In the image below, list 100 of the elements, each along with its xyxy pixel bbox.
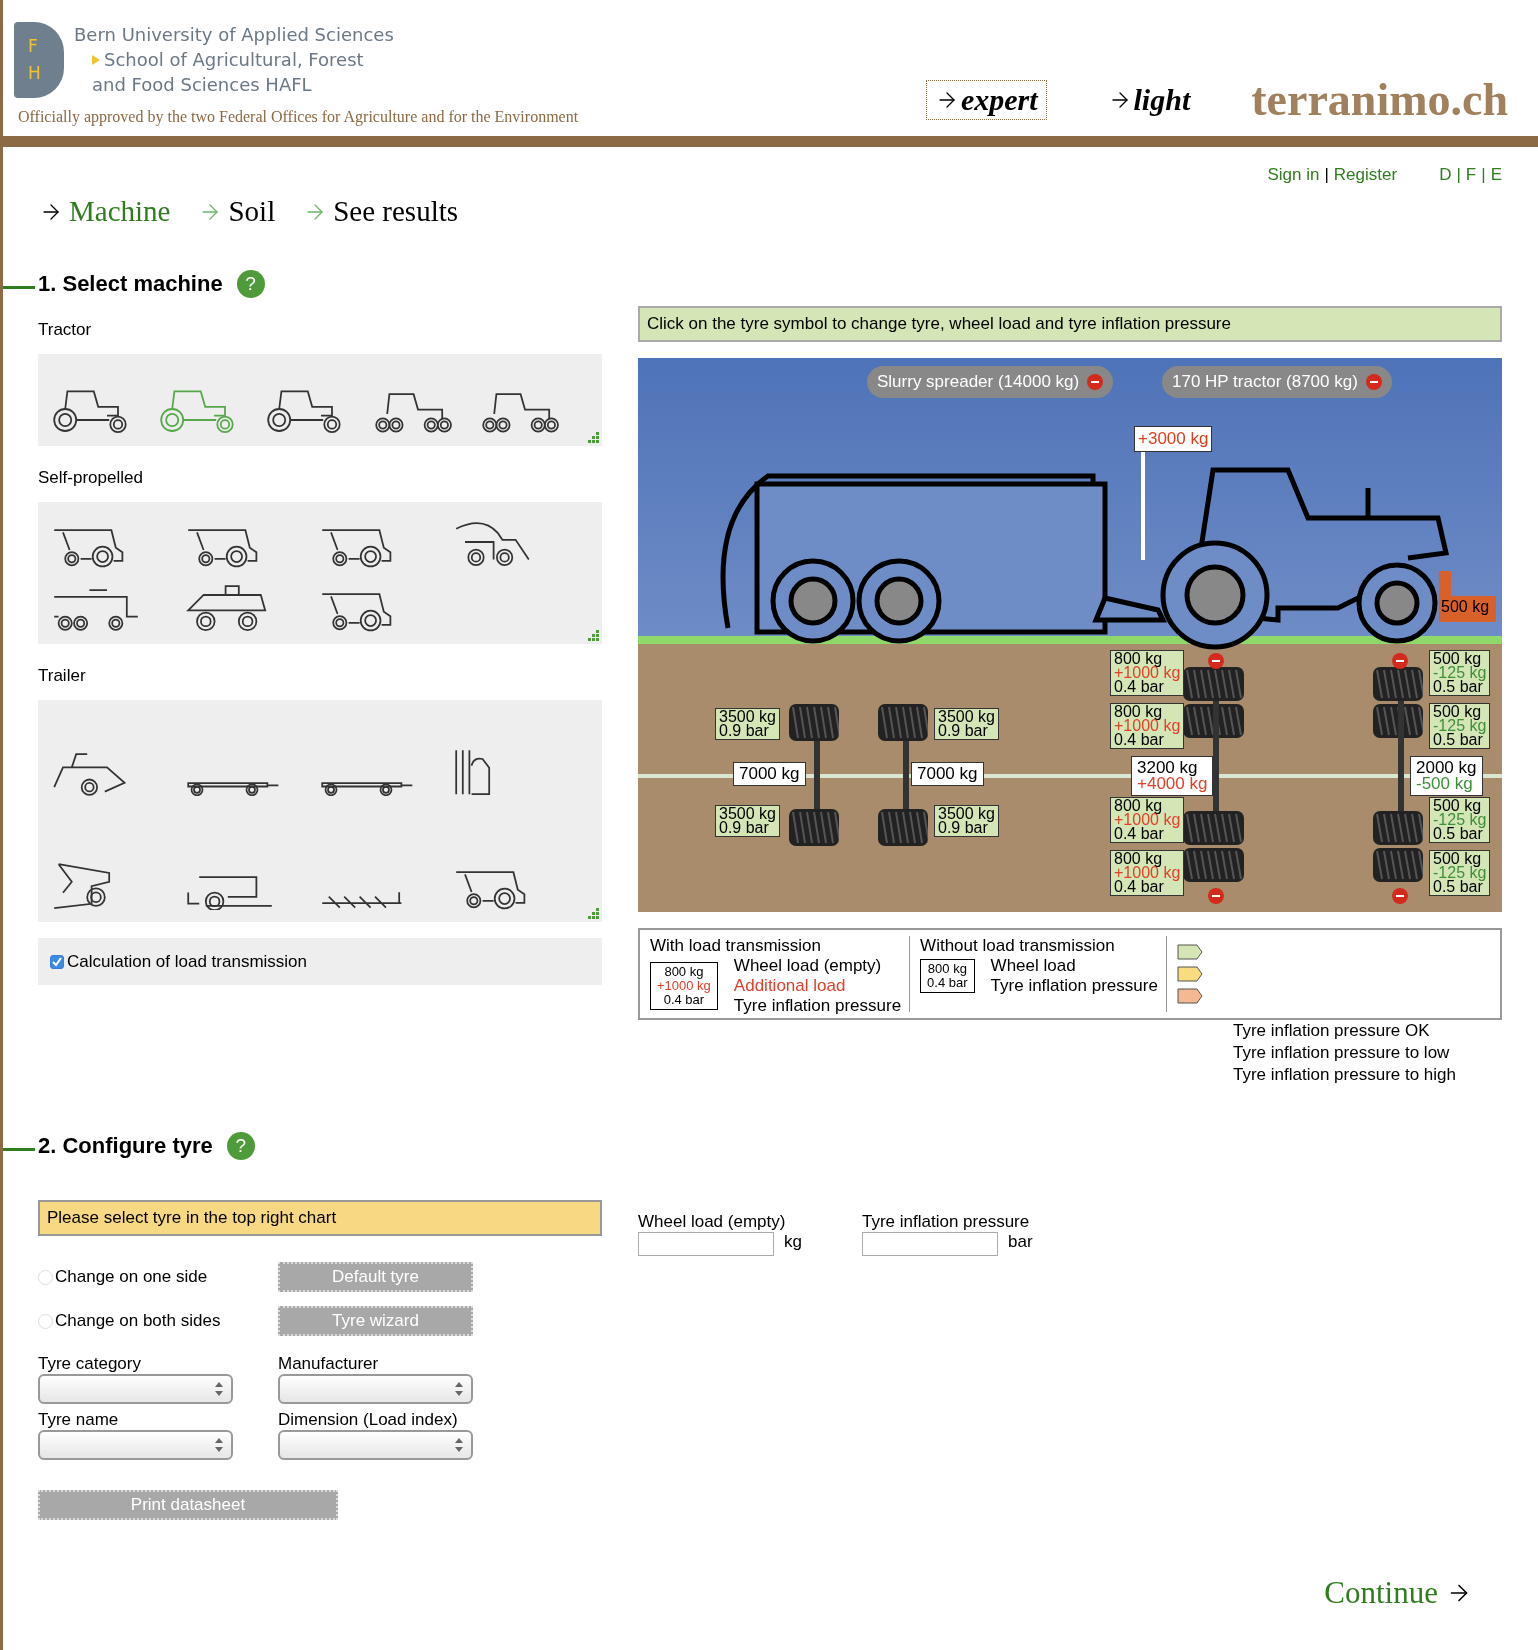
tyre-icon[interactable] (789, 809, 839, 846)
radio-option[interactable]: Change on both sides (38, 1311, 278, 1331)
resize-grip-icon[interactable] (586, 430, 600, 444)
account-link[interactable]: Sign in (1267, 165, 1320, 185)
tyre-icon[interactable] (789, 704, 839, 741)
status-text: Tyre inflation pressure OK (1232, 1020, 1431, 1042)
step-link[interactable]: Machine (39, 195, 171, 228)
dropdown-field[interactable] (278, 1374, 473, 1404)
spreader-icon (52, 861, 112, 910)
forager-icon (454, 519, 531, 568)
tyre-icon[interactable] (878, 809, 928, 846)
help-icon[interactable]: ? (226, 1132, 255, 1160)
checkmark-icon (52, 956, 62, 967)
wagon-icon (186, 874, 274, 910)
axle-bar (903, 741, 909, 809)
help-icon[interactable]: ? (236, 270, 265, 298)
field-label: Tyre inflation pressure (861, 1212, 1031, 1232)
sprayer-icon (186, 583, 268, 632)
radio-option[interactable]: Change on one side (38, 1267, 278, 1287)
approval-text: Officially approved by the two Federal Offices for Agriculture and for the Environment (17, 108, 579, 126)
tracked-icon (480, 392, 560, 434)
baler-icon (52, 752, 127, 796)
tyre-load-label: 500 kg -125 kg 0.5 bar (1429, 650, 1491, 696)
notice-bar: Please select tyre in the top right chart (38, 1200, 602, 1236)
stepper-icon (215, 1381, 223, 1397)
machine-chip[interactable]: Slurry spreader (14000 kg) (867, 366, 1114, 398)
input-field[interactable] (638, 1232, 774, 1256)
tyre-load-label: 3500 kg 0.9 bar (715, 805, 780, 837)
tyre-icon[interactable] (1183, 811, 1244, 845)
separator: | (1324, 165, 1329, 185)
select-label: Dimension (Load index) (278, 1410, 459, 1430)
step-link[interactable]: See results (303, 195, 459, 228)
harvester-icon (320, 528, 393, 568)
status-text: Tyre inflation pressure to low (1232, 1042, 1451, 1064)
status-text: Tyre inflation pressure to high (1232, 1064, 1457, 1086)
tyre-icon[interactable] (878, 704, 928, 741)
group-label: Trailer (38, 666, 87, 686)
axle-load-label: 7000 kg (733, 762, 806, 786)
tracked-icon (373, 392, 453, 434)
select-label: Manufacturer (278, 1354, 380, 1374)
truck-icon (52, 588, 140, 632)
trailer-icon (186, 780, 281, 796)
language-link[interactable]: E (1490, 165, 1502, 185)
tyre-icon[interactable] (1183, 848, 1244, 882)
instruction-bar: Click on the tyre symbol to change tyre, wheel load and tyre inflation pressure (638, 306, 1502, 342)
field-label: Wheel load (empty) (638, 1212, 787, 1232)
tyre-load-label: 3500 kg 0.9 bar (715, 708, 780, 740)
unit-label: bar (1007, 1232, 1033, 1252)
legend-text: Additional load (733, 976, 847, 996)
harvester-icon (320, 592, 393, 632)
load-transmission-checkbox[interactable]: Calculation of load transmission (38, 938, 602, 985)
separator: | (1481, 165, 1486, 185)
account-link[interactable]: Register (1333, 165, 1398, 185)
tyre-load-label: 800 kg +1000 kg 0.4 bar (1110, 703, 1185, 749)
select-label: Tyre category (38, 1354, 142, 1374)
institution-name: and Food Sciences HAFL (92, 73, 312, 97)
language-link[interactable]: D (1439, 165, 1452, 185)
dropdown-field[interactable] (38, 1430, 233, 1460)
hitch-load-label: +3000 kg (1134, 426, 1213, 452)
mode-link[interactable]: light (1098, 79, 1200, 120)
step-link[interactable]: Soil (198, 195, 276, 228)
tyre-load-label: 3500 kg 0.9 bar (934, 805, 999, 837)
axle-load-label: 3200 kg +4000 kg (1131, 756, 1214, 796)
harvester-icon (186, 528, 259, 568)
resize-grip-icon[interactable] (586, 906, 600, 920)
input-field[interactable] (861, 1232, 998, 1256)
triangle-icon (92, 54, 100, 65)
dropdown-field[interactable] (38, 1374, 233, 1404)
separator: | (1456, 165, 1461, 185)
institution-name: School of Agricultural, Forest (104, 48, 364, 72)
plough-icon (320, 890, 404, 910)
tyre-load-label: 500 kg -125 kg 0.5 bar (1429, 850, 1491, 896)
harvester-icon (52, 528, 125, 568)
sample-label: 800 kg 0.4 bar (920, 959, 975, 993)
language-link[interactable]: F (1465, 165, 1477, 185)
institution-name: Bern University of Applied Sciences (74, 23, 394, 47)
tyre-load-label: 3500 kg 0.9 bar (934, 708, 999, 740)
legend-title: Without load transmission (920, 936, 1116, 956)
tyre-load-label: 500 kg -125 kg 0.5 bar (1429, 797, 1491, 843)
tank-icon (454, 747, 492, 796)
axle-load-label: 2000 kg -500 kg (1410, 756, 1483, 796)
legend-text: Wheel load (990, 956, 1077, 976)
dropdown-field[interactable] (278, 1430, 473, 1460)
tyre-load-label: 800 kg +1000 kg 0.4 bar (1110, 797, 1185, 843)
logo: F H (14, 22, 64, 98)
stepper-icon (455, 1437, 463, 1453)
axle-bar (814, 741, 820, 809)
tyre-icon[interactable] (1373, 811, 1423, 845)
legend-text: Tyre inflation pressure (733, 996, 902, 1016)
mode-link[interactable]: expert (925, 79, 1047, 120)
resize-grip-icon[interactable] (586, 628, 600, 642)
tyre-load-label: 800 kg +1000 kg 0.4 bar (1110, 650, 1185, 696)
machine-chip[interactable]: 170 HP tractor (8700 kg) (1162, 366, 1392, 398)
legend-text: Wheel load (empty) (733, 956, 883, 976)
continue-link[interactable]: Continue (1324, 1575, 1472, 1611)
section-title: 2. Configure tyre (38, 1133, 213, 1159)
select-label: Tyre name (38, 1410, 120, 1430)
brand-name: terranimo.ch (1251, 73, 1508, 126)
tyre-load-label: 800 kg +1000 kg 0.4 bar (1110, 850, 1185, 896)
tyre-icon[interactable] (1373, 848, 1423, 882)
